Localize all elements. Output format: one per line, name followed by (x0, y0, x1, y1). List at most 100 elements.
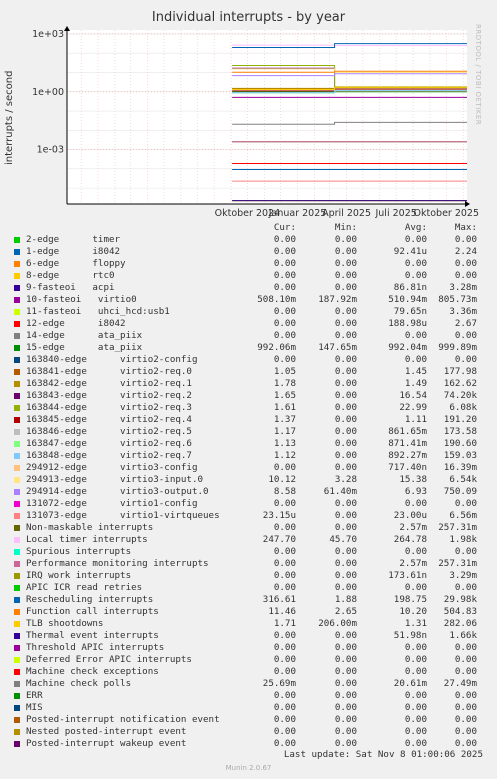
legend-swatch (14, 621, 20, 627)
legend-max-value: 0.00 (454, 546, 477, 557)
legend-series-name: 131072-edge virtio1-config (26, 498, 198, 509)
legend-min-value: 0.00 (334, 714, 357, 725)
legend-max-value: 6.56m (449, 510, 477, 521)
header-min: Min: (334, 222, 357, 233)
legend-min-value: 61.40m (323, 486, 357, 497)
legend-max-value: 504.83 (443, 606, 477, 617)
legend-cur-value: 1.37 (273, 414, 296, 425)
legend-series-name: 2-edge timer (26, 234, 121, 245)
legend-swatch (14, 549, 20, 555)
legend-series-name: 9-fasteoi acpi (26, 282, 115, 293)
legend-min-value: 0.00 (334, 354, 357, 365)
legend-series-name: Deferred Error APIC interrupts (26, 654, 192, 665)
legend-series-name: Thermal event interrupts (26, 630, 159, 641)
legend-max-value: 0.00 (454, 714, 477, 725)
legend-swatch (14, 729, 20, 735)
legend-swatch (14, 705, 20, 711)
legend-swatch (14, 657, 20, 663)
legend-row: IRQ work interrupts 0.00 0.00 173.61n 3.29m (10, 570, 492, 582)
legend-min-value: 0.00 (334, 582, 357, 593)
legend-row: 163843-edge virtio2-req.2 1.65 0.00 16.54 74… (10, 390, 492, 402)
legend-cur-value: 0.00 (273, 582, 296, 593)
legend-max-value: 190.60 (443, 438, 477, 449)
legend-swatch (14, 321, 20, 327)
legend-max-value: 257.31m (438, 522, 477, 533)
legend-max-value: 27.49m (443, 678, 477, 689)
legend-max-value: 6.08k (449, 402, 477, 413)
legend-series-name: 10-fasteoi virtio0 (26, 294, 137, 305)
legend-row: 131072-edge virtio1-config 0.00 0.00 0.00 0.… (10, 498, 492, 510)
legend-cur-value: 0.00 (273, 354, 296, 365)
legend-min-value: 0.00 (334, 450, 357, 461)
legend-row: Non-maskable interrupts 0.00 0.00 2.57m 257.… (10, 522, 492, 534)
legend-row: 163848-edge virtio2-req.7 1.12 0.00 892.27m… (10, 450, 492, 462)
legend-row: 1-edge i8042 0.00 0.00 92.41u 2.24 (10, 246, 492, 258)
header-cur: Cur: (273, 222, 296, 233)
legend-cur-value: 247.70 (262, 534, 296, 545)
legend-cur-value: 10.12 (268, 474, 296, 485)
legend-series-name: Spurious interrupts (26, 546, 132, 557)
legend-cur-value: 0.00 (273, 522, 296, 533)
legend-max-value: 805.73m (438, 294, 477, 305)
legend-min-value: 0.00 (334, 462, 357, 473)
legend-max-value: 162.62 (443, 378, 477, 389)
legend-min-value: 0.00 (334, 690, 357, 701)
legend-series-name: 163846-edge virtio2-req.5 (26, 426, 192, 437)
legend-max-value: 0.00 (454, 234, 477, 245)
y-tick-label: 1e+00 (32, 87, 64, 98)
legend-swatch (14, 513, 20, 519)
legend-cur-value: 0.00 (273, 282, 296, 293)
legend-series-name: 14-edge ata_piix (26, 330, 143, 341)
legend-min-value: 0.00 (334, 702, 357, 713)
legend-min-value: 0.00 (334, 546, 357, 557)
legend-cur-value: 23.15u (262, 510, 296, 521)
legend-min-value: 3.28 (334, 474, 357, 485)
munin-version: Munin 2.0.67 (225, 764, 272, 772)
legend-swatch (14, 573, 20, 579)
legend-swatch (14, 525, 20, 531)
legend-min-value: 0.00 (334, 270, 357, 281)
legend-min-value: 0.00 (334, 642, 357, 653)
x-tick-label: Juli 2025 (374, 208, 416, 219)
legend-min-value: 0.00 (334, 570, 357, 581)
legend-row: 14-edge ata_piix 0.00 0.00 0.00 0.00 (10, 330, 492, 342)
legend-max-value: 0.00 (454, 666, 477, 677)
legend-max-value: 0.00 (454, 270, 477, 281)
legend-series-name: TLB shootdowns (26, 618, 104, 629)
legend-cur-value: 316.61 (262, 594, 296, 605)
legend-max-value: 159.03 (443, 450, 477, 461)
legend-min-value: 0.00 (334, 654, 357, 665)
legend-row: 15-edge ata_piix 992.06m 147.65m 992.04m 999… (10, 342, 492, 354)
legend-swatch (14, 429, 20, 435)
legend-min-value: 147.65m (318, 342, 357, 353)
legend-row: APIC ICR read retries 0.00 0.00 0.00 0.00 (10, 582, 492, 594)
legend-row: Local timer interrupts 247.70 45.70 264.78 1… (10, 534, 492, 546)
legend-swatch (14, 741, 20, 747)
legend-series-name: Local timer interrupts (26, 534, 148, 545)
legend-max-value: 750.09 (443, 486, 477, 497)
legend-series-name: Nested posted-interrupt event (26, 726, 187, 737)
legend-max-value: 173.58 (443, 426, 477, 437)
legend-series-name: APIC ICR read retries (26, 582, 143, 593)
legend-cur-value: 0.00 (273, 570, 296, 581)
legend-row: Machine check exceptions 0.00 0.00 0.00 0.00 (10, 666, 492, 678)
legend-max-value: 3.29m (449, 570, 477, 581)
legend-swatch (14, 309, 20, 315)
legend-series-name: IRQ work interrupts (26, 570, 132, 581)
legend-table: Cur: Min: Avg: Max: 2-edge timer 0.00 0.00… (10, 222, 492, 750)
legend-swatch (14, 717, 20, 723)
legend-min-value: 45.70 (329, 534, 357, 545)
legend-row: 163846-edge virtio2-req.5 1.17 0.00 861.65m… (10, 426, 492, 438)
legend-row: 10-fasteoi virtio0 508.10m 187.92m 510.94m 8… (10, 294, 492, 306)
legend-series-name: 15-edge ata_piix (26, 342, 143, 353)
legend-swatch (14, 381, 20, 387)
legend-cur-value: 1.05 (273, 366, 296, 377)
legend-row: 294913-edge virtio3-input.0 10.12 3.28 15.3… (10, 474, 492, 486)
legend-max-value: 0.00 (454, 258, 477, 269)
legend-swatch (14, 405, 20, 411)
legend-swatch (14, 249, 20, 255)
legend-max-value: 0.00 (454, 642, 477, 653)
legend-cur-value: 0.00 (273, 498, 296, 509)
legend-row: 9-fasteoi acpi 0.00 0.00 86.81n 3.28m (10, 282, 492, 294)
legend-swatch (14, 633, 20, 639)
